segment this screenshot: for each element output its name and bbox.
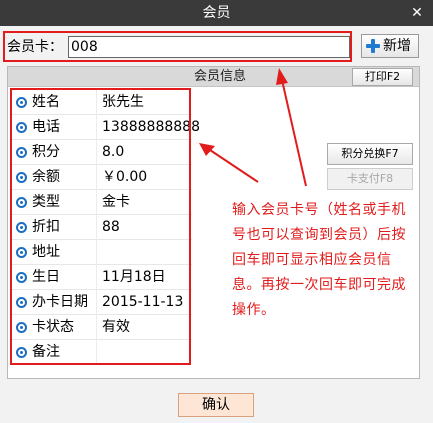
card-input[interactable]: 008 — [68, 36, 350, 58]
fields-highlight-box — [10, 88, 191, 365]
annotation-text: 输入会员卡号（姓名或手机号也可以查询到会员）后按回车即可显示相应会员信息。再按一… — [232, 202, 406, 318]
window-title: 会员 — [202, 5, 231, 21]
add-button[interactable]: 新增 — [361, 34, 419, 58]
points-exchange-button[interactable]: 积分兑换F7 — [327, 143, 413, 165]
confirm-button[interactable]: 确认 — [178, 393, 254, 417]
plus-icon — [366, 39, 380, 53]
member-dialog: 会员 ✕ 会员卡： 008 新增 会员信息 打印F2 姓名 张先生 电话 138… — [0, 0, 433, 423]
card-label: 会员卡： — [7, 39, 63, 55]
close-icon[interactable]: ✕ — [407, 0, 427, 26]
card-pay-button[interactable]: 卡支付F8 — [327, 168, 413, 190]
print-button[interactable]: 打印F2 — [352, 68, 413, 86]
panel-title: 会员信息 — [193, 69, 246, 84]
add-button-label: 新增 — [383, 38, 411, 54]
